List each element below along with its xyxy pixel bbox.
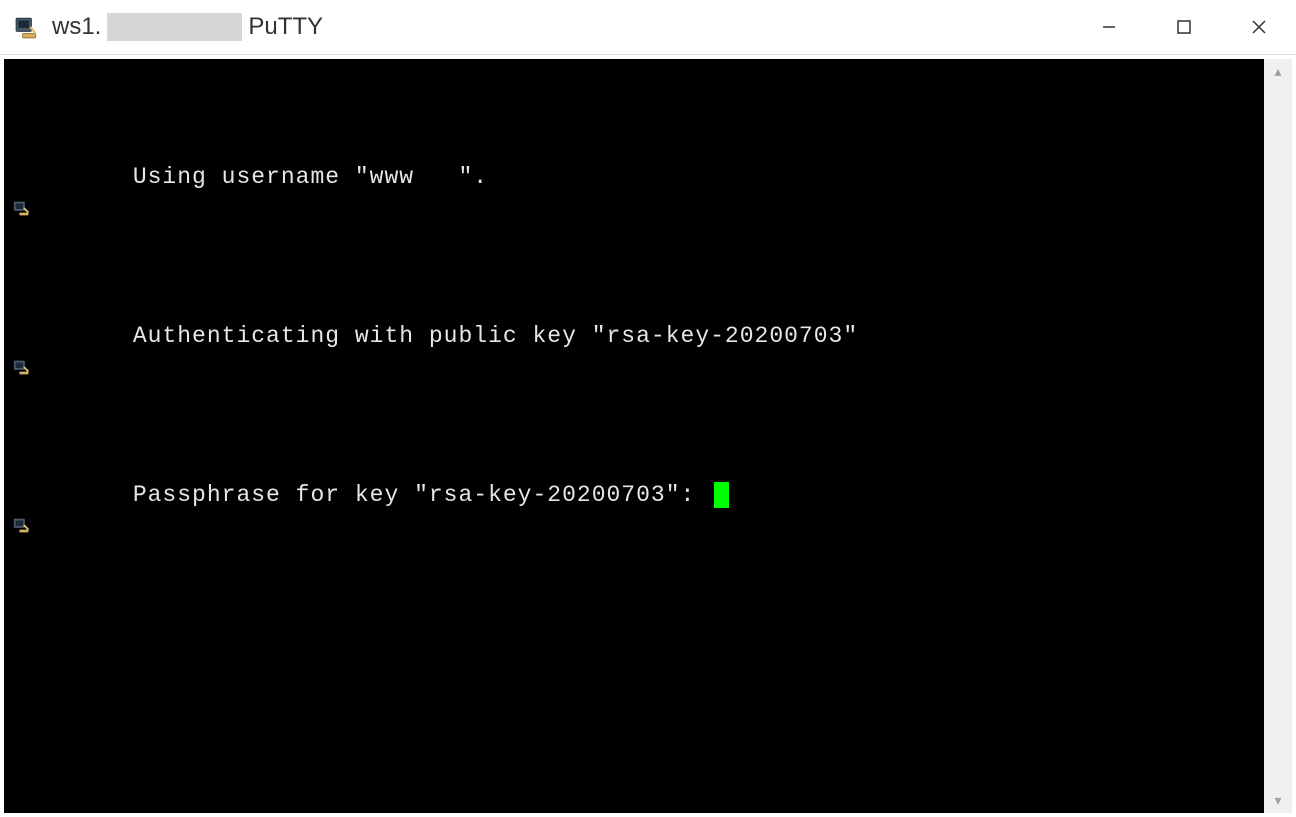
putty-event-icon [12,452,34,474]
window-title: ws1. PuTTY [52,13,323,41]
terminal-cursor [714,482,729,508]
scroll-down-arrow-icon[interactable]: ▾ [1274,792,1281,809]
window-controls [1071,0,1296,54]
terminal-line: Authenticating with public key "rsa-key-… [10,289,1258,384]
window-title-prefix: ws1. [52,13,101,41]
putty-app-icon [12,12,42,42]
window-titlebar: ws1. PuTTY [0,0,1296,55]
vertical-scrollbar[interactable]: ▴ ▾ [1264,59,1292,813]
close-button[interactable] [1221,0,1296,54]
terminal-line: Passphrase for key "rsa-key-20200703": [10,448,1258,543]
window-title-redacted [107,13,242,41]
terminal-prompt-text: Passphrase for key "rsa-key-20200703": [133,482,710,508]
putty-event-icon [12,134,34,156]
terminal-line-text: Using username "www ". [133,164,488,190]
maximize-button[interactable] [1146,0,1221,54]
terminal-line: Using username "www ". [10,130,1258,225]
terminal-container: Using username "www ". Authenticating wi… [0,55,1296,817]
putty-event-icon [12,293,34,315]
window-title-app: PuTTY [248,13,323,41]
scroll-up-arrow-icon[interactable]: ▴ [1274,63,1281,80]
terminal-output[interactable]: Using username "www ". Authenticating wi… [4,59,1264,813]
terminal-line-text: Authenticating with public key "rsa-key-… [133,323,858,349]
minimize-button[interactable] [1071,0,1146,54]
